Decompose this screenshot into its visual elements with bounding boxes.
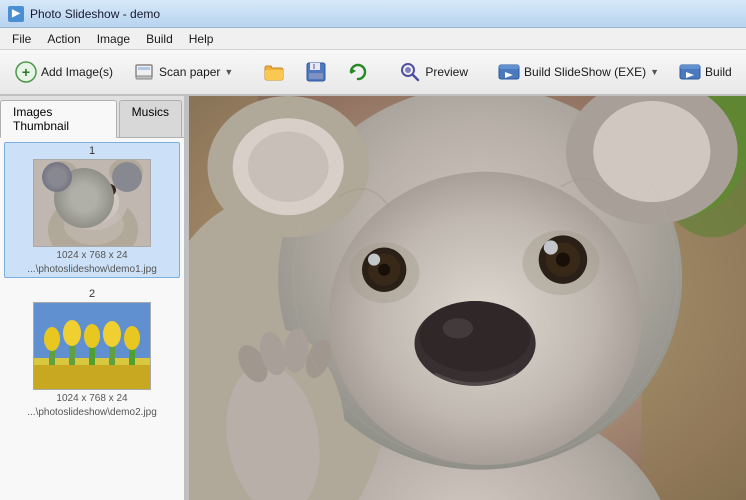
tab-images-thumbnail[interactable]: Images Thumbnail <box>0 100 117 138</box>
thumb-number-1: 1 <box>7 145 177 157</box>
menu-build[interactable]: Build <box>138 30 181 48</box>
thumb-info-2a: 1024 x 768 x 24 <box>6 393 178 404</box>
menu-bar: File Action Image Build Help <box>0 28 746 50</box>
thumb-image-2 <box>33 302 151 390</box>
add-icon: + <box>15 61 37 83</box>
thumb-info-1a: 1024 x 768 x 24 <box>7 250 177 261</box>
title-bar: ▶ Photo Slideshow - demo <box>0 0 746 28</box>
thumbnail-item-2[interactable]: 2 <box>4 286 180 420</box>
thumb-image-1 <box>33 159 151 247</box>
open-folder-button[interactable] <box>254 54 294 90</box>
scan-icon <box>133 61 155 83</box>
app-icon: ▶ <box>8 6 24 22</box>
menu-file[interactable]: File <box>4 30 39 48</box>
build-other-button[interactable]: Build <box>670 54 741 90</box>
preview-image <box>189 96 746 500</box>
tabs: Images Thumbnail Musics <box>0 96 184 138</box>
main-area: Images Thumbnail Musics 1 <box>0 96 746 500</box>
preview-button[interactable]: Preview <box>390 54 477 90</box>
build-other-icon <box>679 61 701 83</box>
toolbar: + Add Image(s) Scan paper ▼ <box>0 50 746 96</box>
folder-icon <box>263 61 285 83</box>
save-button[interactable] <box>296 54 336 90</box>
thumbnail-item-1[interactable]: 1 <box>4 142 180 278</box>
scan-paper-label: Scan paper <box>159 65 220 79</box>
build-other-label: Build <box>705 65 732 79</box>
save-icon <box>305 61 327 83</box>
scan-dropdown-arrow[interactable]: ▼ <box>224 67 233 77</box>
build-exe-label: Build SlideShow (EXE) <box>524 65 646 79</box>
menu-action[interactable]: Action <box>39 30 88 48</box>
refresh-icon <box>347 61 369 83</box>
preview-label: Preview <box>425 65 468 79</box>
preview-icon <box>399 61 421 83</box>
scan-paper-button[interactable]: Scan paper ▼ <box>124 54 242 90</box>
refresh-button[interactable] <box>338 54 378 90</box>
left-panel: Images Thumbnail Musics 1 <box>0 96 185 500</box>
add-images-label: Add Image(s) <box>41 65 113 79</box>
menu-image[interactable]: Image <box>89 30 138 48</box>
thumb-number-2: 2 <box>6 288 178 300</box>
build-exe-icon <box>498 61 520 83</box>
build-exe-dropdown-arrow[interactable]: ▼ <box>650 67 659 77</box>
thumbnail-list[interactable]: 1 <box>0 138 184 500</box>
add-images-button[interactable]: + Add Image(s) <box>6 54 122 90</box>
thumb-info-1b: ...\photoslideshow\demo1.jpg <box>7 264 177 275</box>
svg-text:+: + <box>22 64 30 80</box>
menu-help[interactable]: Help <box>181 30 222 48</box>
app-title: Photo Slideshow - demo <box>30 7 160 21</box>
tab-musics[interactable]: Musics <box>119 100 182 137</box>
preview-panel <box>189 96 746 500</box>
thumb-info-2b: ...\photoslideshow\demo2.jpg <box>6 407 178 418</box>
build-exe-button[interactable]: Build SlideShow (EXE) ▼ <box>489 54 668 90</box>
app-icon-symbol: ▶ <box>12 8 20 19</box>
